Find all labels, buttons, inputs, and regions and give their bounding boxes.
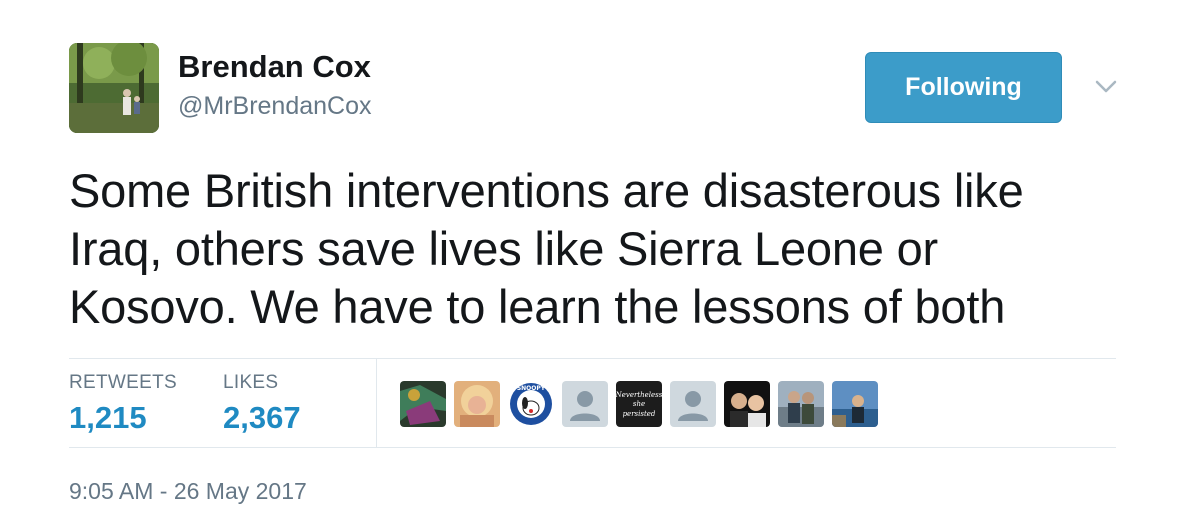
- snoopy-badge-text: SNOOPY: [517, 385, 546, 392]
- tweet-text-line: Kosovo. We have to learn the lessons of …: [69, 280, 1006, 333]
- liker-avatar[interactable]: SNOOPY: [508, 381, 554, 427]
- persisted-line-1: Nevertheless: [616, 391, 662, 399]
- author-avatar[interactable]: [69, 43, 159, 133]
- tweet-card: Brendan Cox @MrBrendanCox Following Some…: [0, 0, 1200, 523]
- likes-count: 2,367: [223, 400, 301, 435]
- liker-avatars: SNOOPY Nevertheless she persisted: [400, 381, 886, 427]
- tweet-timestamp[interactable]: 9:05 AM - 26 May 2017: [69, 478, 307, 505]
- tweet-text: Some British interventions are disastero…: [69, 162, 1149, 336]
- stats-divider-top: [69, 358, 1116, 359]
- tweet-text-line: Some British interventions are disastero…: [69, 164, 1024, 217]
- liker-avatar[interactable]: [400, 381, 446, 427]
- retweets-count: 1,215: [69, 400, 147, 435]
- liker-avatar-default[interactable]: [562, 381, 608, 427]
- liker-avatar[interactable]: [778, 381, 824, 427]
- following-button[interactable]: Following: [865, 52, 1062, 123]
- liker-avatar[interactable]: [832, 381, 878, 427]
- stats-divider-bottom: [69, 447, 1116, 448]
- persisted-line-2: she: [633, 400, 645, 408]
- liker-avatar[interactable]: [454, 381, 500, 427]
- chevron-down-icon[interactable]: [1094, 78, 1118, 96]
- liker-avatar-persisted[interactable]: Nevertheless she persisted: [616, 381, 662, 427]
- likes-stat[interactable]: LIKES 2,367: [223, 372, 301, 436]
- tweet-text-line: Iraq, others save lives like Sierra Leon…: [69, 222, 938, 275]
- retweets-stat[interactable]: RETWEETS 1,215: [69, 372, 177, 436]
- author-name[interactable]: Brendan Cox: [178, 49, 371, 85]
- avatar-photo: [69, 43, 159, 133]
- likes-label: LIKES: [223, 372, 279, 393]
- stats-separator: [376, 358, 377, 447]
- liker-avatar[interactable]: [724, 381, 770, 427]
- liker-avatar-default[interactable]: [670, 381, 716, 427]
- retweets-label: RETWEETS: [69, 372, 177, 393]
- author-handle[interactable]: @MrBrendanCox: [178, 92, 372, 121]
- persisted-line-3: persisted: [623, 410, 656, 418]
